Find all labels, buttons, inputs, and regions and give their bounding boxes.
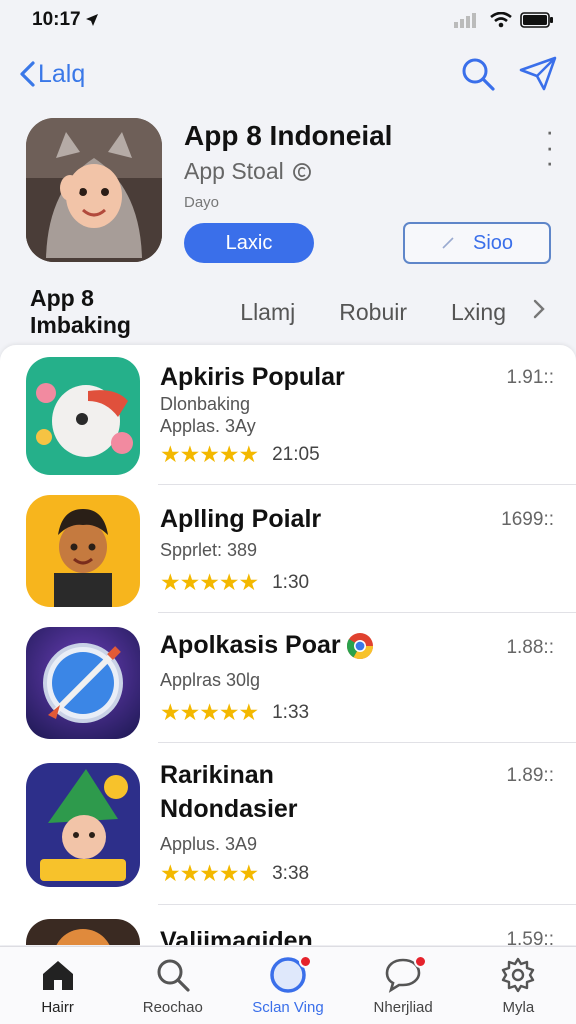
tab-bar-settings[interactable]: Myla (463, 957, 573, 1016)
rating-row: ★★★★★ 21:05 (160, 441, 320, 468)
app-meta: Applas. 3Ay (160, 416, 256, 436)
more-options-icon[interactable]: · · · (545, 118, 554, 175)
tab-bar-label: Sclan Ving (252, 999, 324, 1016)
app-meta: Applus. 3A9 (160, 834, 258, 854)
bottom-tab-bar: Hairr Reochao Sclan Ving Nherjliad Myla (0, 946, 576, 1024)
app-name: Apolkasis Poar (160, 631, 341, 659)
tab-3[interactable]: Lxing (451, 299, 506, 326)
app-size: 1.88:: (506, 637, 554, 658)
secondary-button[interactable]: Sioo (403, 222, 551, 264)
tab-bar-label: Myla (502, 999, 535, 1016)
rating-value: 1:33 (272, 701, 310, 723)
copyright-icon (292, 162, 311, 181)
app-subtitle-row: App Stoal (184, 158, 312, 185)
list-item[interactable]: Rarikinan Ndondasier Applus. 3A9 ★★★★★ 3… (0, 743, 576, 905)
list-item[interactable]: Valiimaqiden 1.59:: (0, 905, 576, 945)
wifi-icon (490, 12, 512, 28)
tab-1[interactable]: Llamj (240, 299, 295, 326)
home-icon (42, 961, 73, 990)
app-name: Rarikinan (160, 761, 274, 789)
tab-bar-search[interactable]: Reochao (118, 957, 228, 1016)
notification-badge (298, 955, 312, 968)
primary-button[interactable]: Laxic (184, 223, 314, 263)
back-button[interactable]: Lalq (18, 60, 85, 89)
chevron-right-icon[interactable] (532, 298, 546, 326)
app-name: Valiimaqiden (160, 927, 313, 945)
app-name-line-2: Ndondasier (160, 795, 298, 823)
signal-icon (454, 13, 476, 28)
list-item[interactable]: Aplling Poialr Spprlet: 389 ★★★★★ 1:30 1… (0, 485, 576, 613)
back-label: Lalq (38, 59, 86, 88)
app-detail: Dayo (184, 194, 220, 211)
app-icon-mascot (26, 357, 140, 475)
secondary-button-label: Sioo (472, 231, 514, 254)
rating-stars: ★★★★★ (160, 569, 259, 595)
app-list: Apkiris Popular Dlonbaking Applas. 3Ay ★… (0, 345, 576, 945)
app-hero-icon[interactable] (26, 118, 162, 262)
tab-bar-compass[interactable]: Sclan Ving (233, 955, 343, 1016)
rating-stars: ★★★★★ (160, 860, 259, 886)
rating-row: ★★★★★ 1:33 (160, 699, 309, 726)
search-icon (157, 959, 190, 992)
rating-stars: ★★★★★ (160, 441, 259, 467)
tab-bar-label: Reochao (142, 999, 203, 1016)
app-hero: App 8 Indoneial App Stoal Dayo · · · Laxic… (26, 118, 556, 264)
pencil-icon (442, 237, 454, 249)
chrome-icon (346, 632, 373, 659)
tab-2[interactable]: Robuir (339, 299, 407, 326)
tab-bar-label: Nherjliad (373, 999, 433, 1016)
tab-bar-label: Hairr (41, 999, 74, 1016)
notification-badge (414, 955, 428, 968)
list-item[interactable]: Apolkasis Poar Applras 30lg ★★★★★ 1:33 1… (0, 613, 576, 743)
app-category: Dlonbaking (160, 394, 251, 414)
app-size: 1.91:: (506, 367, 554, 388)
app-size: 1.59:: (506, 929, 554, 945)
send-icon[interactable] (518, 56, 558, 92)
app-meta: Applras 30lg (160, 670, 261, 690)
status-time: 10:17 (32, 9, 81, 30)
battery-icon (520, 12, 553, 28)
tab-0[interactable]: App 8 Imbaking (30, 285, 196, 339)
rating-value: 1:30 (272, 571, 310, 593)
category-tabs: App 8 Imbaking Llamj Robuir Lxing (0, 285, 576, 338)
app-meta: Spprlet: 389 (160, 540, 258, 560)
app-size: 1699:: (501, 509, 554, 530)
app-size: 1.89:: (506, 765, 554, 786)
nav-bar: Lalq (0, 48, 576, 100)
location-arrow-icon (85, 14, 98, 26)
tab-bar-chat[interactable]: Nherjliad (348, 955, 458, 1016)
search-icon[interactable] (460, 56, 496, 92)
rating-value: 21:05 (272, 443, 320, 465)
app-subtitle: App Stoal (184, 158, 284, 184)
app-icon-compass (26, 627, 140, 739)
gear-icon (502, 957, 535, 993)
chevron-left-icon (20, 61, 35, 87)
app-icon-character (26, 495, 140, 607)
rating-row: ★★★★★ 1:30 (160, 569, 309, 596)
status-bar: 10:17 (0, 0, 576, 40)
rating-row: ★★★★★ 3:38 (160, 860, 309, 887)
list-item[interactable]: Apkiris Popular Dlonbaking Applas. 3Ay ★… (0, 345, 576, 485)
app-name: Apkiris Popular (160, 363, 345, 391)
app-icon-partial (26, 919, 140, 945)
app-name: Aplling Poialr (160, 505, 322, 533)
app-icon-elf (26, 763, 140, 887)
rating-value: 3:38 (272, 862, 310, 884)
app-name-row: Apolkasis Poar (160, 629, 375, 662)
app-title: App 8 Indoneial (184, 120, 393, 151)
tab-bar-home[interactable]: Hairr (3, 957, 113, 1016)
rating-stars: ★★★★★ (160, 699, 259, 725)
